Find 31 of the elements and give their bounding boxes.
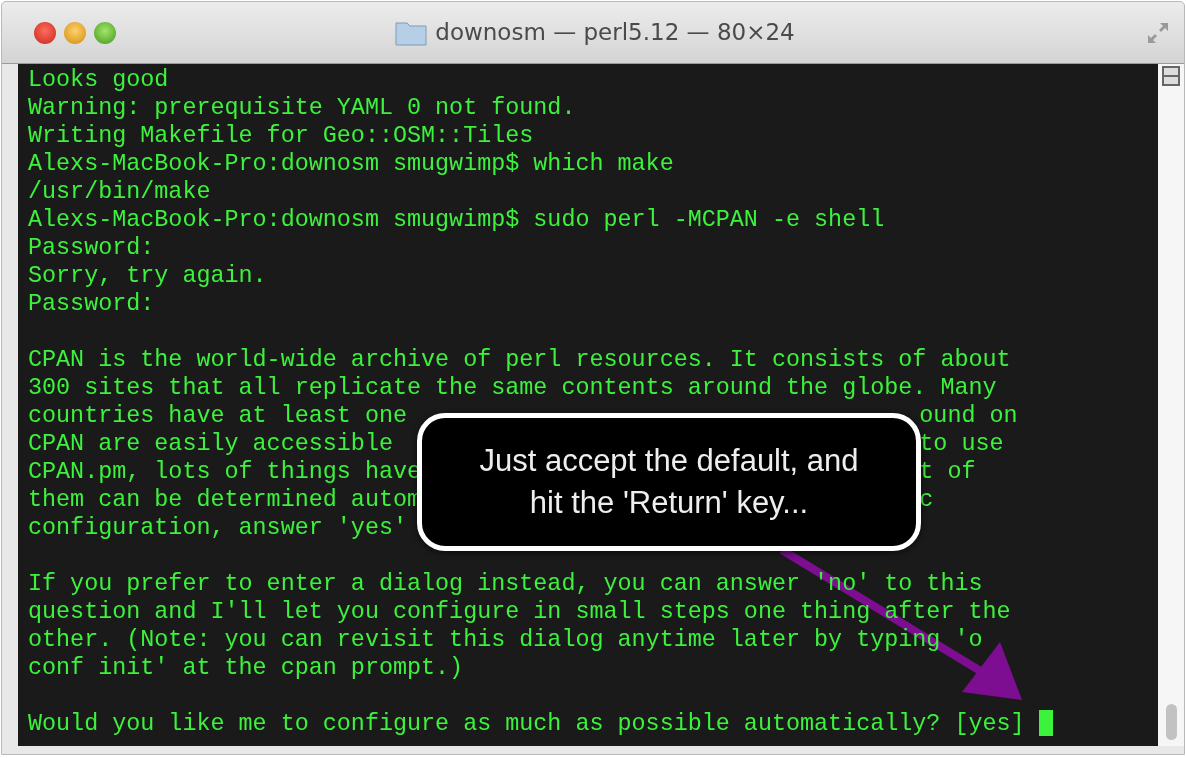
terminal-line: /usr/bin/make (28, 178, 211, 206)
terminal-line: Would you like me to configure as much as possible automatically? [yes] (28, 710, 1025, 738)
folder-icon (395, 19, 428, 46)
terminal-line: t of (919, 458, 976, 486)
terminal-line: question and I'll let you configure in small steps one thing after the (28, 598, 1011, 626)
terminal-line: Alexs-MacBook-Pro:downosm smugwimp$ which make (28, 150, 674, 178)
terminal-line: configuration, answer 'yes' (28, 514, 407, 542)
terminal-line: Alexs-MacBook-Pro:downosm smugwimp$ sudo perl -MCPAN -e shell (28, 206, 885, 234)
close-icon[interactable] (34, 21, 56, 44)
scrollbar[interactable] (1158, 64, 1184, 746)
split-pane-icon[interactable] (1162, 66, 1180, 86)
zoom-icon[interactable] (94, 21, 116, 44)
callout-note: Just accept the default, and hit the 'Return' key... (417, 413, 921, 551)
minimize-icon[interactable] (64, 21, 86, 44)
terminal-line: Writing Makefile for Geo::OSM::Tiles (28, 122, 534, 150)
terminal-line: countries have at least one (28, 402, 407, 430)
fullscreen-icon[interactable] (1146, 20, 1170, 45)
terminal-line: to use (919, 430, 1004, 458)
terminal-line: CPAN is the world-wide archive of perl resources. It consists of about (28, 346, 1011, 374)
terminal-line: Warning: prerequisite YAML 0 not found. (28, 94, 576, 122)
window-title: downosm — perl5.12 — 80×24 (435, 18, 795, 48)
terminal-line: Password: (28, 290, 155, 318)
scroll-thumb[interactable] (1165, 704, 1177, 740)
terminal-line: Looks good (28, 66, 169, 94)
terminal-line: Password: (28, 234, 155, 262)
terminal-line: 300 sites that all replicate the same contents around the globe. Many (28, 374, 997, 402)
terminal-line: ound on (919, 402, 1018, 430)
terminal-line: Sorry, try again. (28, 262, 267, 290)
terminal-line: CPAN are easily accessible (28, 430, 393, 458)
terminal-line: conf init' at the cpan prompt.) (28, 654, 464, 682)
terminal-line: c (919, 486, 934, 514)
